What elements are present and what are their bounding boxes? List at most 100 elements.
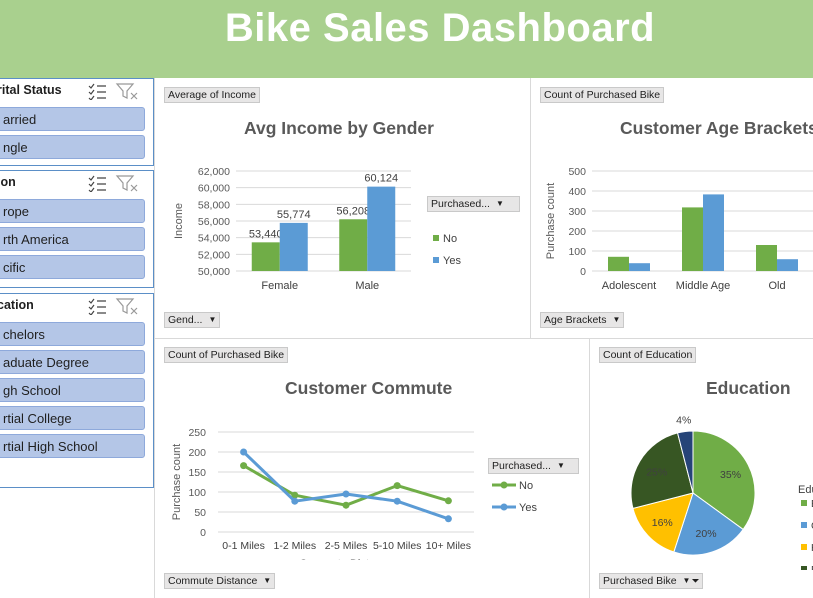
y-tick-label: 500: [568, 166, 586, 178]
slicer-item-europe[interactable]: rope: [0, 199, 145, 223]
legend-swatch: [801, 566, 807, 570]
legend-swatch-no: [433, 235, 439, 241]
data-label: 16%: [652, 517, 673, 529]
income-axis-field-button[interactable]: Gend... ▼: [164, 312, 221, 328]
multi-select-icon[interactable]: [88, 298, 106, 315]
slicer-item-pacific[interactable]: cific: [0, 255, 145, 279]
x-axis-title: Gender: [305, 299, 342, 300]
education-chart: 35%20%16%25%4%EduBGHPP: [630, 415, 813, 570]
legend-swatch: [801, 500, 807, 506]
field-button-label: Count of Education: [603, 349, 693, 361]
y-tick-label: 54,000: [198, 233, 230, 245]
education-filter-field-button[interactable]: Purchased Bike ▼⏷: [599, 573, 704, 589]
clear-filter-icon[interactable]: [115, 83, 138, 100]
data-point-no: [393, 482, 401, 490]
x-tick-label: Male: [355, 280, 379, 292]
slicer-title: ion: [0, 175, 16, 189]
slicer-region: ion rope rth America cific: [0, 170, 154, 288]
field-button-label: Commute Distance: [168, 575, 258, 587]
slicer-title: cation: [0, 298, 34, 312]
slicer-item-high-school[interactable]: gh School: [0, 378, 145, 402]
slicer-item-graduate-degree[interactable]: aduate Degree: [0, 350, 145, 374]
field-button-label: Purchased...: [492, 460, 551, 472]
bar-yes: [703, 194, 724, 271]
chevron-down-icon: ▼: [263, 576, 272, 585]
clear-filter-icon[interactable]: [115, 175, 138, 192]
data-label: 4%: [676, 415, 691, 427]
legend-label-no: No: [443, 233, 457, 245]
slicer-item-bachelors[interactable]: chelors: [0, 322, 145, 346]
slicer-education: cation chelors aduate Degree gh School r…: [0, 293, 154, 488]
age-chart: 0 100 200 300 400 500 Adolescent Middle Age Old A…: [545, 166, 813, 300]
slicer-title: rital Status: [0, 83, 62, 97]
chevron-down-icon: ▼: [495, 199, 504, 208]
bar-no: [608, 256, 629, 271]
commute-value-field-button[interactable]: Count of Purchased Bike: [164, 347, 289, 363]
data-label: 35%: [720, 469, 741, 481]
y-tick-label: 150: [188, 467, 206, 479]
data-point-no: [342, 501, 350, 509]
field-button-label: Average of Income: [168, 89, 256, 101]
legend-title: Edu: [798, 484, 813, 496]
slicer-item-married[interactable]: arried: [0, 107, 145, 131]
data-label: 20%: [696, 528, 717, 540]
x-tick-label: 0-1 Miles: [222, 540, 265, 552]
legend-swatch-yes: [433, 257, 439, 263]
income-chart-title: Avg Income by Gender: [244, 118, 434, 138]
y-tick-label: 50,000: [198, 266, 230, 278]
data-point-yes: [291, 497, 299, 505]
chevron-down-icon: ▼: [612, 315, 621, 324]
data-point-yes: [393, 497, 401, 505]
income-chart: 50,000 52,000 54,000 56,000 58,000 60,000 62,0…: [173, 166, 461, 300]
field-button-label: Gend...: [168, 314, 203, 326]
bar-yes: [279, 222, 308, 271]
legend-swatch: [801, 522, 807, 528]
commute-legend-field-button[interactable]: Purchased... ▼: [488, 458, 579, 474]
age-value-field-button[interactable]: Count of Purchased Bike: [540, 87, 665, 103]
divider: [154, 338, 813, 339]
dashboard-banner: Bike Sales Dashboard: [0, 0, 813, 78]
data-label: 53,440: [249, 228, 283, 240]
field-button-label: Count of Purchased Bike: [168, 349, 285, 361]
income-legend-field-button[interactable]: Purchased... ▼: [427, 196, 520, 212]
x-tick-label: 2-5 Miles: [325, 540, 368, 552]
age-axis-field-button[interactable]: Age Brackets ▼: [540, 312, 625, 328]
data-label: 55,774: [277, 209, 311, 221]
chevron-down-icon: ▼: [556, 461, 565, 470]
x-tick-label: Old: [768, 280, 785, 292]
clear-filter-icon[interactable]: [115, 298, 138, 315]
education-chart-title: Education: [706, 378, 791, 398]
multi-select-icon[interactable]: [88, 175, 106, 192]
slicer-item-north-america[interactable]: rth America: [0, 227, 145, 251]
filter-icon: ⏷: [691, 576, 700, 587]
multi-select-icon[interactable]: [88, 83, 106, 100]
x-axis-title: Age Bracket: [673, 299, 733, 300]
education-value-field-button[interactable]: Count of Education: [599, 347, 697, 363]
slicer-item-partial-high-school[interactable]: rtial High School: [0, 434, 145, 458]
chevron-down-icon: ▼: [682, 576, 691, 585]
slicer-item-partial-college[interactable]: rtial College: [0, 406, 145, 430]
chevron-down-icon: ▼: [208, 315, 217, 324]
y-tick-label: 100: [188, 487, 206, 499]
commute-chart: 0 50 100 150 200 250 0-1 Miles 1-2 Miles 2-5 Mil…: [171, 427, 537, 560]
y-tick-label: 60,000: [198, 183, 230, 195]
legend-label-yes: Yes: [519, 502, 537, 514]
slicer-header: cation: [0, 294, 153, 318]
age-chart-title: Customer Age Brackets: [620, 118, 813, 138]
commute-axis-field-button[interactable]: Commute Distance ▼: [164, 573, 276, 589]
x-tick-label: 10+ Miles: [426, 540, 471, 552]
y-axis-title: Purchase count: [545, 183, 557, 259]
y-axis-title: Income: [173, 203, 185, 239]
data-point-yes: [342, 490, 350, 498]
field-button-label: Purchased...: [431, 198, 490, 210]
y-tick-label: 400: [568, 186, 586, 198]
dashboard-sheet: rital Status arried ngle ion rope rth Am…: [0, 78, 813, 598]
legend-label-no: No: [519, 480, 533, 492]
slicer-item-single[interactable]: ngle: [0, 135, 145, 159]
x-tick-label: Adolescent: [602, 280, 656, 292]
x-axis-title: Commute Distance: [299, 558, 393, 560]
y-tick-label: 58,000: [198, 199, 230, 211]
data-label: 25%: [646, 467, 667, 479]
y-tick-label: 50: [194, 507, 206, 519]
income-value-field-button[interactable]: Average of Income: [164, 87, 260, 103]
